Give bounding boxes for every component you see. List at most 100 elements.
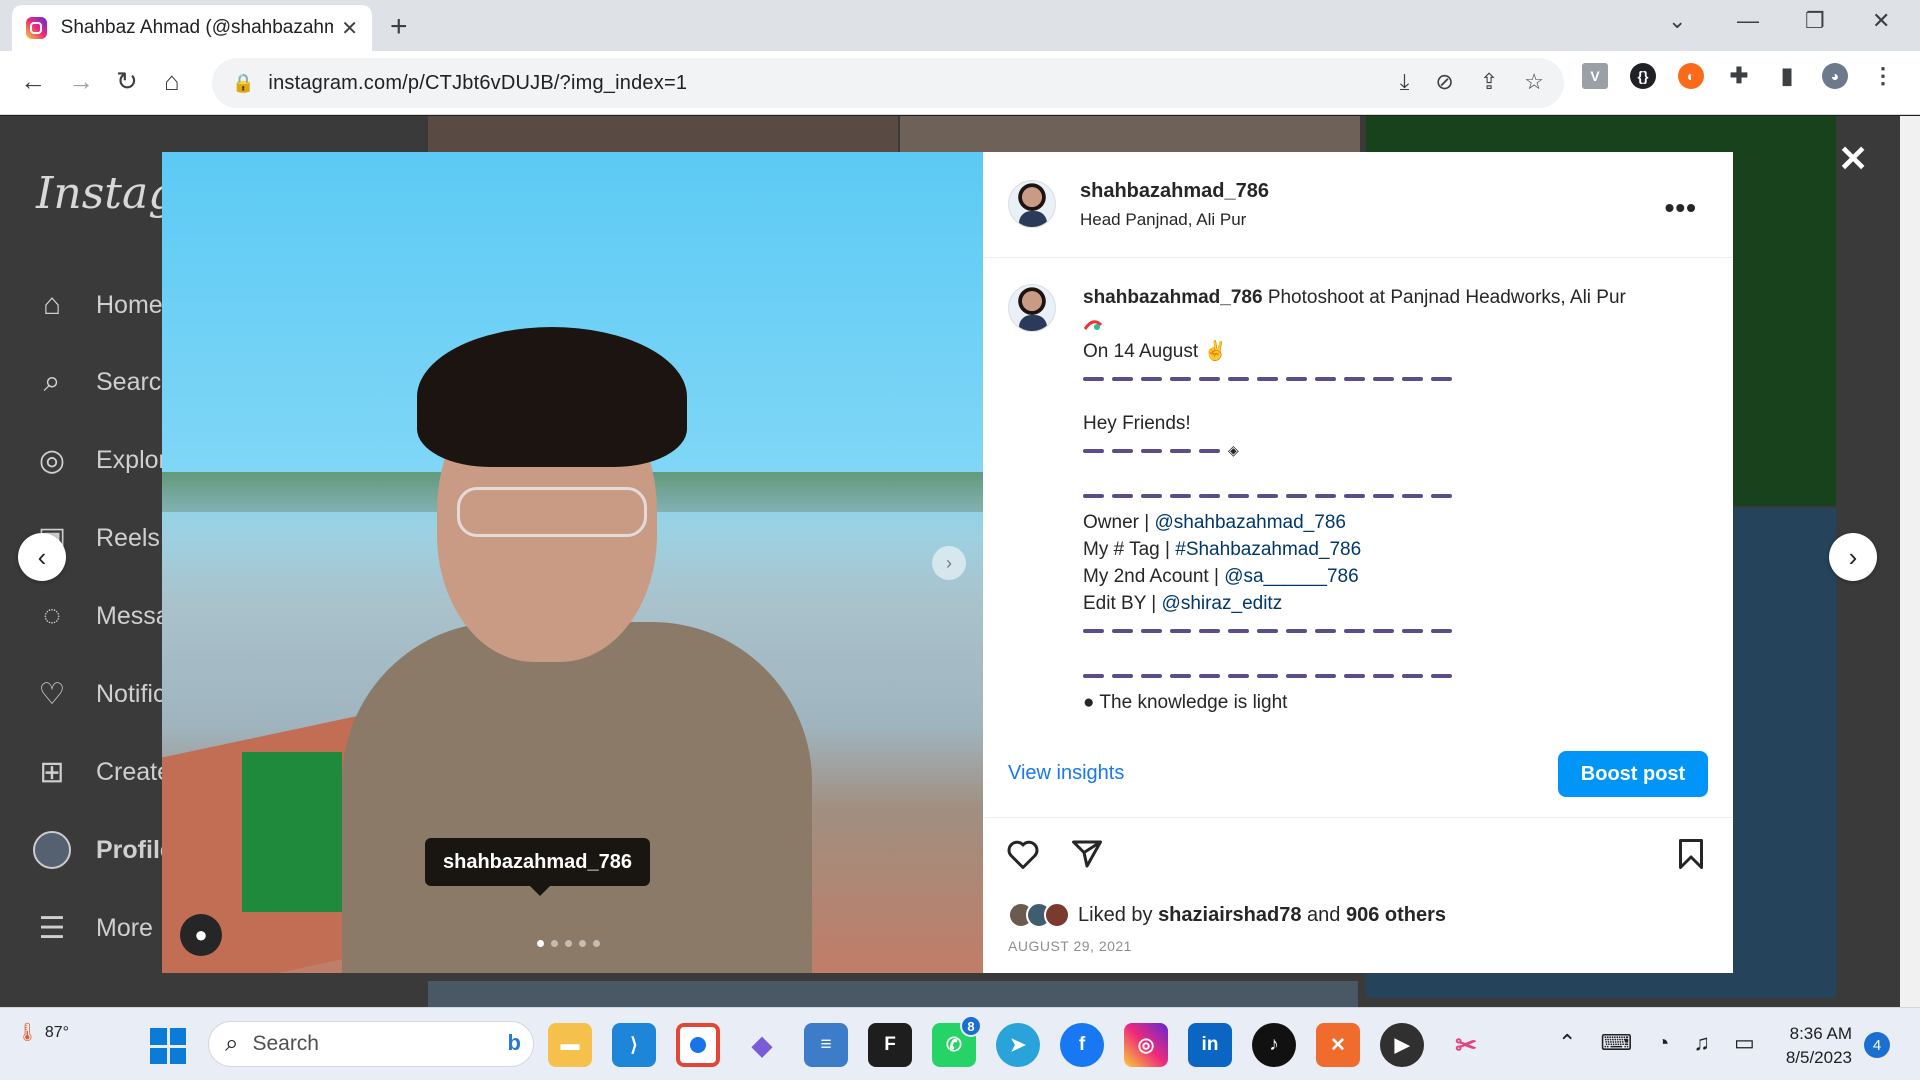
post-date[interactable]: AUGUST 29, 2021 (1008, 938, 1132, 954)
tiktok-icon[interactable]: ♪ (1252, 1023, 1296, 1067)
tray-overflow-chevron-icon[interactable]: ⌃ (1558, 1030, 1576, 1056)
more-options-icon[interactable]: ••• (1665, 192, 1697, 224)
hashtag-link[interactable]: #Shahbazahmad_786 (1175, 539, 1361, 560)
install-icon[interactable]: ⤓ (1400, 69, 1410, 95)
side-panel-icon[interactable]: ▮ (1774, 63, 1800, 89)
chrome-icon[interactable] (676, 1023, 720, 1067)
taskbar-search-box[interactable]: ⌕ Search b (208, 1021, 534, 1067)
caption-line: Owner | @shahbazahmad_786 (1083, 509, 1693, 536)
puzzle-extensions-icon[interactable]: ✚ (1726, 63, 1752, 89)
telegram-icon[interactable]: ➤ (996, 1023, 1040, 1067)
liked-by-user-link[interactable]: shaziairshad78 (1158, 904, 1301, 926)
sidebar-item-create[interactable]: ⊞ Create (32, 752, 171, 792)
caption-author-avatar[interactable] (1008, 284, 1056, 332)
share-icon[interactable]: ⇪ (1480, 69, 1498, 95)
forward-icon[interactable]: → (68, 65, 94, 97)
dash-divider (1083, 482, 1693, 509)
save-bookmark-icon[interactable] (1673, 836, 1709, 872)
caption-line (1083, 311, 1693, 338)
sidebar-item-search[interactable]: ⌕ Search (32, 362, 176, 402)
sidebar-item-more[interactable]: ☰ More (32, 908, 153, 948)
minimize-icon[interactable]: — (1737, 8, 1759, 34)
keyboard-icon[interactable]: ⌨ (1600, 1030, 1632, 1056)
windows-taskbar: 🌡 87° ⌕ Search b ▬ ⟩ ◆ ≡ F ✆ 8 ➤ f ◎ in ♪… (0, 1007, 1920, 1080)
volume-icon[interactable]: ♫ (1694, 1030, 1711, 1056)
caption-line: On 14 August ✌ (1083, 338, 1693, 365)
liker-avatar[interactable] (1044, 902, 1070, 928)
system-clock[interactable]: 8:36 AM 8/5/2023 (1774, 1022, 1852, 1070)
color-extension-icon[interactable]: ◐ (1678, 63, 1704, 89)
sidebar-item-home[interactable]: ⌂ Home (32, 285, 163, 325)
browser-tab[interactable]: Shahbaz Ahmad (@shahbazahmad_786) ✕ (12, 5, 372, 51)
second-account-label: My 2nd Acount | (1083, 566, 1219, 587)
profile-avatar-icon[interactable]: ◕ (1822, 63, 1848, 89)
share-send-icon[interactable] (1069, 836, 1105, 872)
url-text[interactable]: instagram.com/p/CTJbt6vDUJB/?img_index=1 (268, 72, 687, 95)
eye-off-icon[interactable]: ⊘ (1435, 69, 1453, 95)
like-heart-icon[interactable] (1005, 836, 1041, 872)
craft-app-icon[interactable]: ◆ (740, 1023, 784, 1067)
sidebar-item-profile[interactable]: Profile (32, 830, 174, 870)
owner-link[interactable]: @shahbazahmad_786 (1154, 512, 1345, 533)
plus-square-icon: ⊞ (39, 755, 65, 789)
boost-post-button[interactable]: Boost post (1558, 751, 1708, 797)
lock-icon[interactable]: 🔒 (232, 73, 254, 94)
battery-icon[interactable]: ▭ (1734, 1030, 1755, 1056)
media-player-icon[interactable]: ▶ (1380, 1023, 1424, 1067)
xampp-icon[interactable]: ✕ (1316, 1023, 1360, 1067)
editor-link[interactable]: @shiraz_editz (1162, 593, 1283, 614)
post-location[interactable]: Head Panjnad, Ali Pur (1080, 210, 1246, 230)
bookmark-star-icon[interactable]: ☆ (1524, 69, 1544, 95)
carousel-next-icon[interactable]: › (932, 546, 966, 580)
view-insights-link[interactable]: View insights (1008, 762, 1124, 785)
bing-icon: b (507, 1030, 521, 1055)
restore-icon[interactable]: ❐ (1805, 8, 1825, 34)
new-tab-icon[interactable]: + (390, 10, 408, 44)
heart-icon: ♡ (38, 677, 66, 711)
author-avatar[interactable] (1008, 180, 1056, 228)
tab-close-icon[interactable]: ✕ (341, 16, 358, 41)
notepad-icon[interactable]: ≡ (804, 1023, 848, 1067)
author-username[interactable]: shahbazahmad_786 (1080, 180, 1269, 203)
back-icon[interactable]: ← (20, 65, 46, 97)
facebook-icon[interactable]: f (1060, 1023, 1104, 1067)
next-post-button[interactable]: › (1829, 533, 1877, 581)
sidebar-item-explore[interactable]: ◎ Explore (32, 440, 181, 480)
caption-username[interactable]: shahbazahmad_786 (1083, 287, 1263, 308)
weather-widget[interactable]: 🌡 87° (16, 1022, 69, 1043)
instagram-favicon-icon (26, 17, 47, 39)
carousel-dot (551, 940, 558, 947)
page-scrollbar[interactable] (1900, 116, 1920, 1007)
reload-icon[interactable]: ↻ (116, 65, 138, 97)
window-close-icon[interactable]: ✕ (1872, 8, 1890, 34)
edit-by-label: Edit BY | (1083, 593, 1157, 614)
home-icon[interactable]: ⌂ (164, 65, 180, 97)
beach-emoji-icon (1083, 320, 1103, 330)
vscode-icon[interactable]: ⟩ (612, 1023, 656, 1067)
caption-line: Edit BY | @shiraz_editz (1083, 590, 1693, 617)
file-explorer-icon[interactable]: ▬ (548, 1023, 592, 1067)
second-account-link[interactable]: @sa______786 (1224, 566, 1358, 587)
linkedin-icon[interactable]: in (1188, 1023, 1232, 1067)
instagram-icon[interactable]: ◎ (1124, 1023, 1168, 1067)
tagged-user-icon[interactable]: ● (180, 914, 222, 956)
vpn-extension-icon[interactable]: V (1582, 63, 1608, 89)
figma-icon[interactable]: F (868, 1023, 912, 1067)
previous-post-button[interactable]: ‹ (18, 533, 66, 581)
modal-close-icon[interactable]: ✕ (1838, 138, 1868, 180)
whatsapp-icon[interactable]: ✆ 8 (932, 1015, 982, 1067)
dash-divider (1083, 365, 1693, 392)
search-icon: ⌕ (225, 1030, 239, 1057)
tab-search-chevron-icon[interactable]: ⌄ (1668, 8, 1686, 34)
windows-start-icon[interactable] (150, 1028, 186, 1064)
image-tag-tooltip[interactable]: shahbazahmad_786 (425, 838, 650, 896)
photo-glasses (457, 487, 647, 537)
json-extension-icon[interactable]: {} (1630, 63, 1656, 89)
notification-center-badge[interactable]: 4 (1864, 1032, 1890, 1058)
likes-count-link[interactable]: 906 others (1346, 904, 1446, 926)
wifi-icon[interactable]: ◔ (1656, 1030, 1669, 1056)
liked-by-prefix: Liked by (1078, 903, 1153, 926)
snipping-tool-icon[interactable]: ✂ (1444, 1023, 1488, 1067)
chrome-menu-icon[interactable]: ⋮ (1870, 63, 1896, 89)
address-bar[interactable]: 🔒 instagram.com/p/CTJbt6vDUJB/?img_index… (212, 58, 1564, 108)
